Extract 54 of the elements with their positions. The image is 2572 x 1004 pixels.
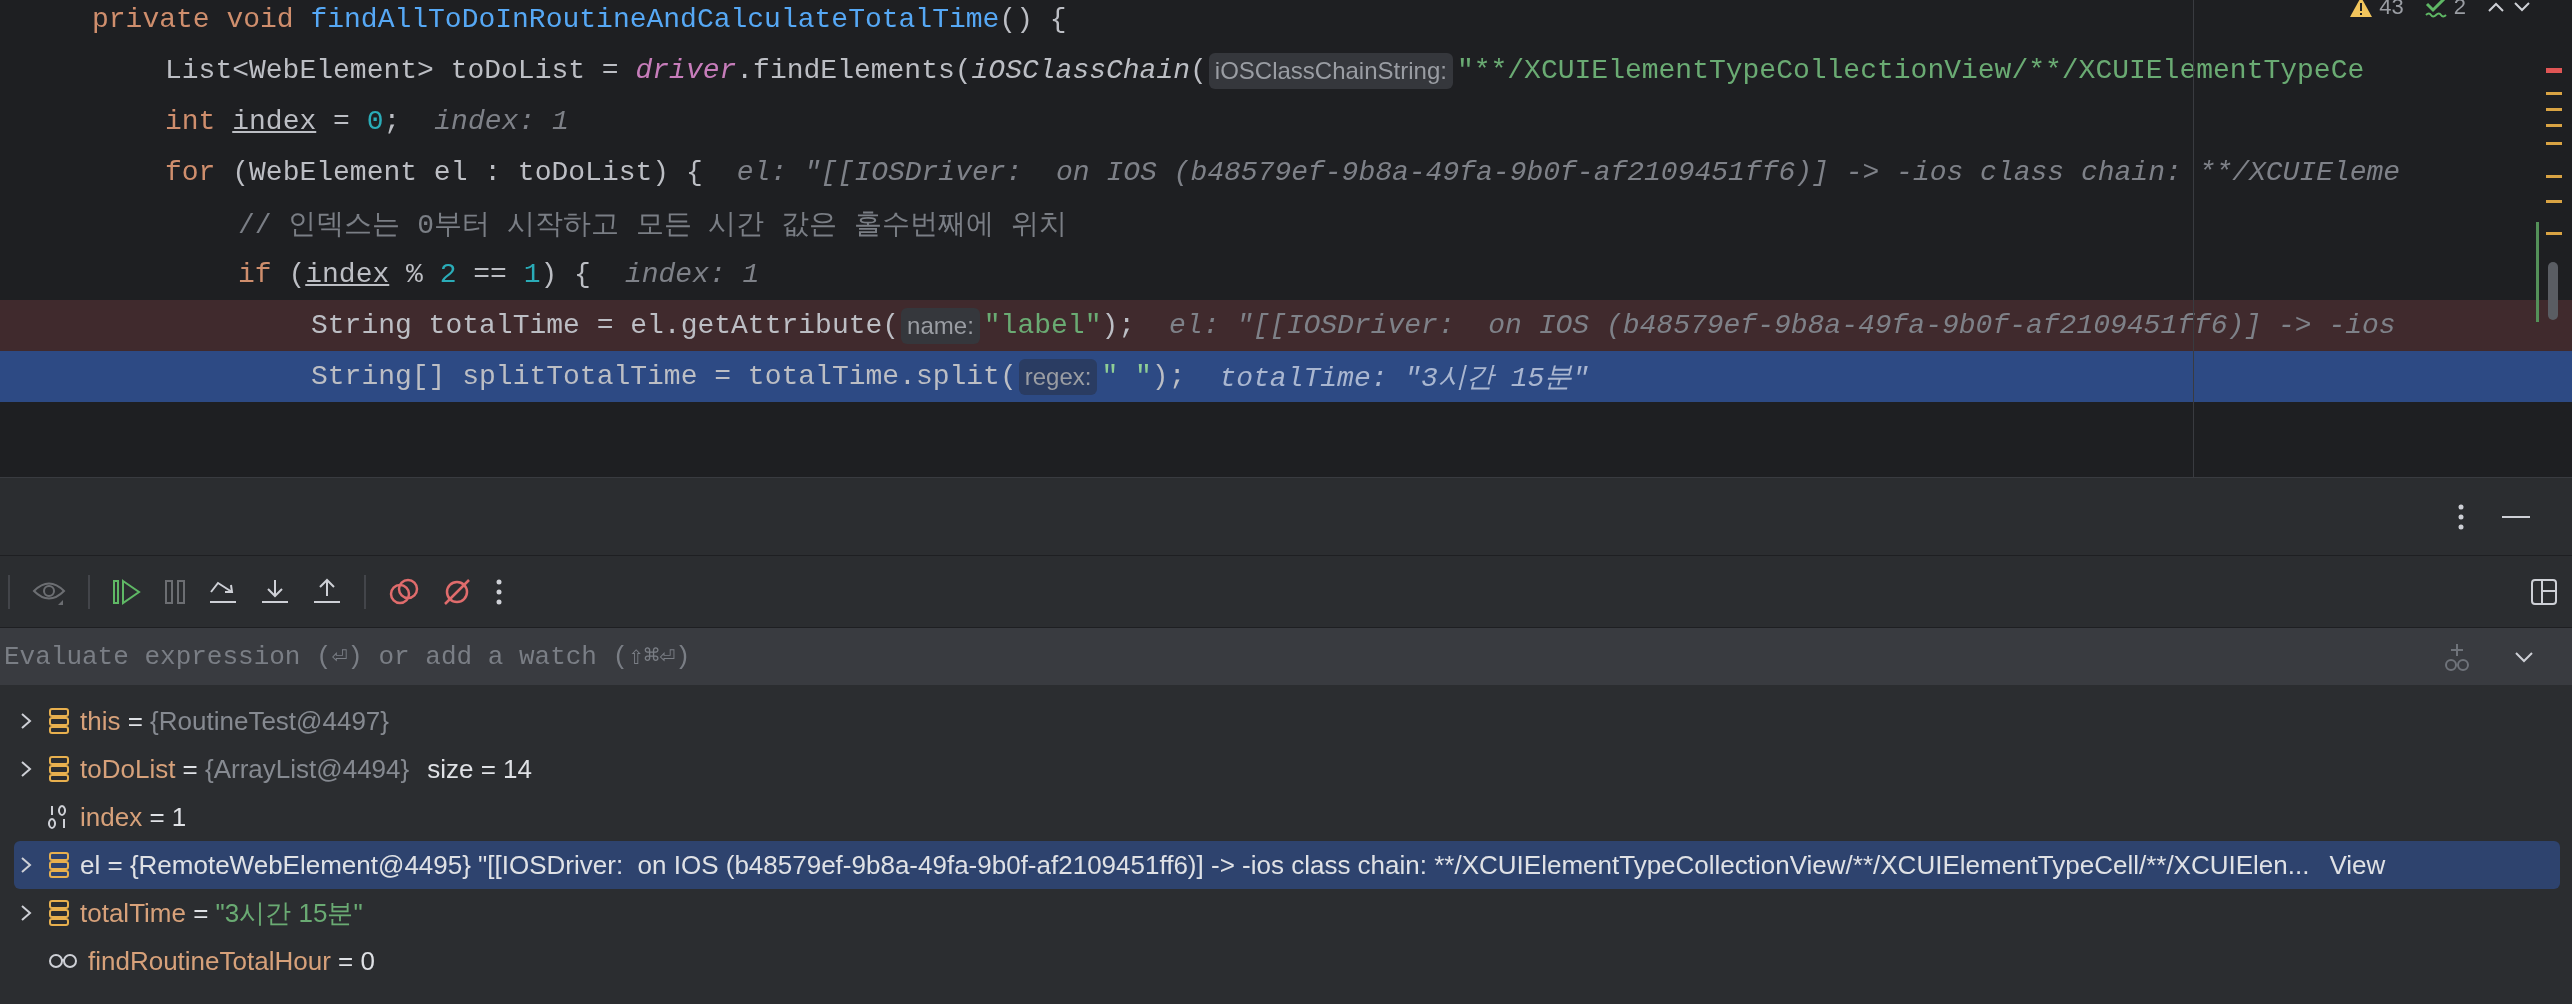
field-icon bbox=[48, 899, 70, 927]
code-text: // 인덱스는 0부터 시작하고 모든 시간 값은 홀수번째에 위치 bbox=[238, 208, 1067, 243]
view-link[interactable]: View bbox=[2329, 849, 2386, 881]
variable-entry[interactable]: index = 1 bbox=[80, 801, 187, 833]
more-icon[interactable] bbox=[2456, 502, 2466, 531]
breakpoints-icon[interactable] bbox=[388, 577, 420, 606]
code-text: String totalTime = el.getAttribute( bbox=[311, 310, 900, 341]
variable-row[interactable]: el = {RemoteWebElement@4495} "[[IOSDriver: on IOS (b48579ef-9b8a-49fa-9b0f-af2109451ff6)] -> -ios class chain: **/XCUIElementTypeCollectionView/**/XCUIElementTypeCell/**/XCUIElen... View bbox=[14, 841, 2560, 889]
field-icon bbox=[48, 707, 70, 735]
check-icon[interactable] bbox=[2423, 0, 2448, 18]
code-text: String[] splitTotalTime = totalTime.split( bbox=[311, 361, 1017, 392]
layout-icon[interactable] bbox=[2530, 577, 2558, 606]
more-icon[interactable] bbox=[494, 577, 504, 606]
code-text: int index = 0; bbox=[165, 106, 401, 137]
variable-row[interactable]: findRoutineTotalHour = 0 bbox=[14, 937, 2560, 985]
code-text: "**/XCUIElementTypeCollectionView/**/XCUIElementTypeCe bbox=[1456, 55, 2365, 86]
inline-value: el: "[[IOSDriver: on IOS (b48579ef-9b8a-49fa-9b0f-af2109451ff6)] -> -ios bbox=[1169, 310, 2396, 341]
variable-row[interactable]: totalTime = "3시간 15분" bbox=[14, 889, 2560, 937]
expand-icon[interactable] bbox=[19, 903, 33, 923]
inline-value: index: 1 bbox=[624, 259, 760, 290]
variable-entry[interactable]: totalTime = "3시간 15분" bbox=[80, 895, 363, 931]
parameter-hint: iOSClassChainString: bbox=[1208, 52, 1453, 89]
parameter-hint: name: bbox=[901, 307, 980, 344]
variable-row[interactable]: toDoList = {ArrayList@4494} size = 14 bbox=[14, 745, 2560, 793]
glasses-icon bbox=[48, 951, 78, 971]
variable-row[interactable]: index = 1 bbox=[14, 793, 2560, 841]
inline-value: el: "[[IOSDriver: on IOS (b48579ef-9b8a-49fa-9b0f-af2109451ff6)] -> -ios class chain: **/XCUIEleme bbox=[736, 157, 2401, 188]
expand-icon[interactable] bbox=[19, 759, 33, 779]
resume-icon[interactable] bbox=[112, 577, 142, 606]
inline-value: index: 1 bbox=[434, 106, 569, 137]
variable-entry[interactable]: el = {RemoteWebElement@4495} "[[IOSDriver: on IOS (b48579ef-9b8a-49fa-9b0f-af2109451ff6)] -> -ios class chain: **/XCUIElementTypeCollectionView/**/XCUIElementTypeCell/**/XCUIElen... bbox=[80, 849, 2310, 881]
variable-row[interactable]: this = {RoutineTest@4497} bbox=[14, 697, 2560, 745]
expand-icon[interactable] bbox=[19, 711, 33, 731]
step-into-icon[interactable] bbox=[260, 577, 290, 606]
variable-entry[interactable]: findRoutineTotalHour = 0 bbox=[88, 945, 375, 977]
code-text: "label"); bbox=[983, 310, 1136, 341]
inline-value: totalTime: "3시간 15분" bbox=[1219, 361, 1590, 396]
code-text: " "); bbox=[1101, 361, 1186, 392]
mute-breakpoints-icon[interactable] bbox=[442, 576, 472, 607]
field-icon bbox=[48, 755, 70, 783]
step-out-icon[interactable] bbox=[312, 577, 342, 606]
variable-entry[interactable]: toDoList = {ArrayList@4494} size = 14 bbox=[80, 753, 532, 785]
code-text: for (WebElement el : toDoList) { bbox=[165, 157, 703, 188]
code-text: if (index % 2 == 1) { bbox=[238, 259, 591, 290]
code-text: List<WebElement> toDoList = driver.findElements(iOSClassChain( bbox=[165, 55, 1207, 86]
evaluate-field[interactable]: Evaluate expression (⏎) or add a watch (⇧⌘⏎) bbox=[0, 628, 2422, 685]
expand-icon[interactable] bbox=[19, 855, 33, 875]
parameter-hint: regex: bbox=[1018, 358, 1098, 395]
code-text: private void findAllToDoInRoutineAndCalculateTotalTime() { bbox=[92, 4, 1067, 35]
field-icon bbox=[48, 851, 70, 879]
variable-entry[interactable]: this = {RoutineTest@4497} bbox=[80, 705, 389, 737]
chevron-down-icon[interactable] bbox=[2512, 0, 2532, 14]
warning-icon[interactable] bbox=[2349, 0, 2374, 18]
chevron-up-icon[interactable] bbox=[2486, 0, 2506, 14]
